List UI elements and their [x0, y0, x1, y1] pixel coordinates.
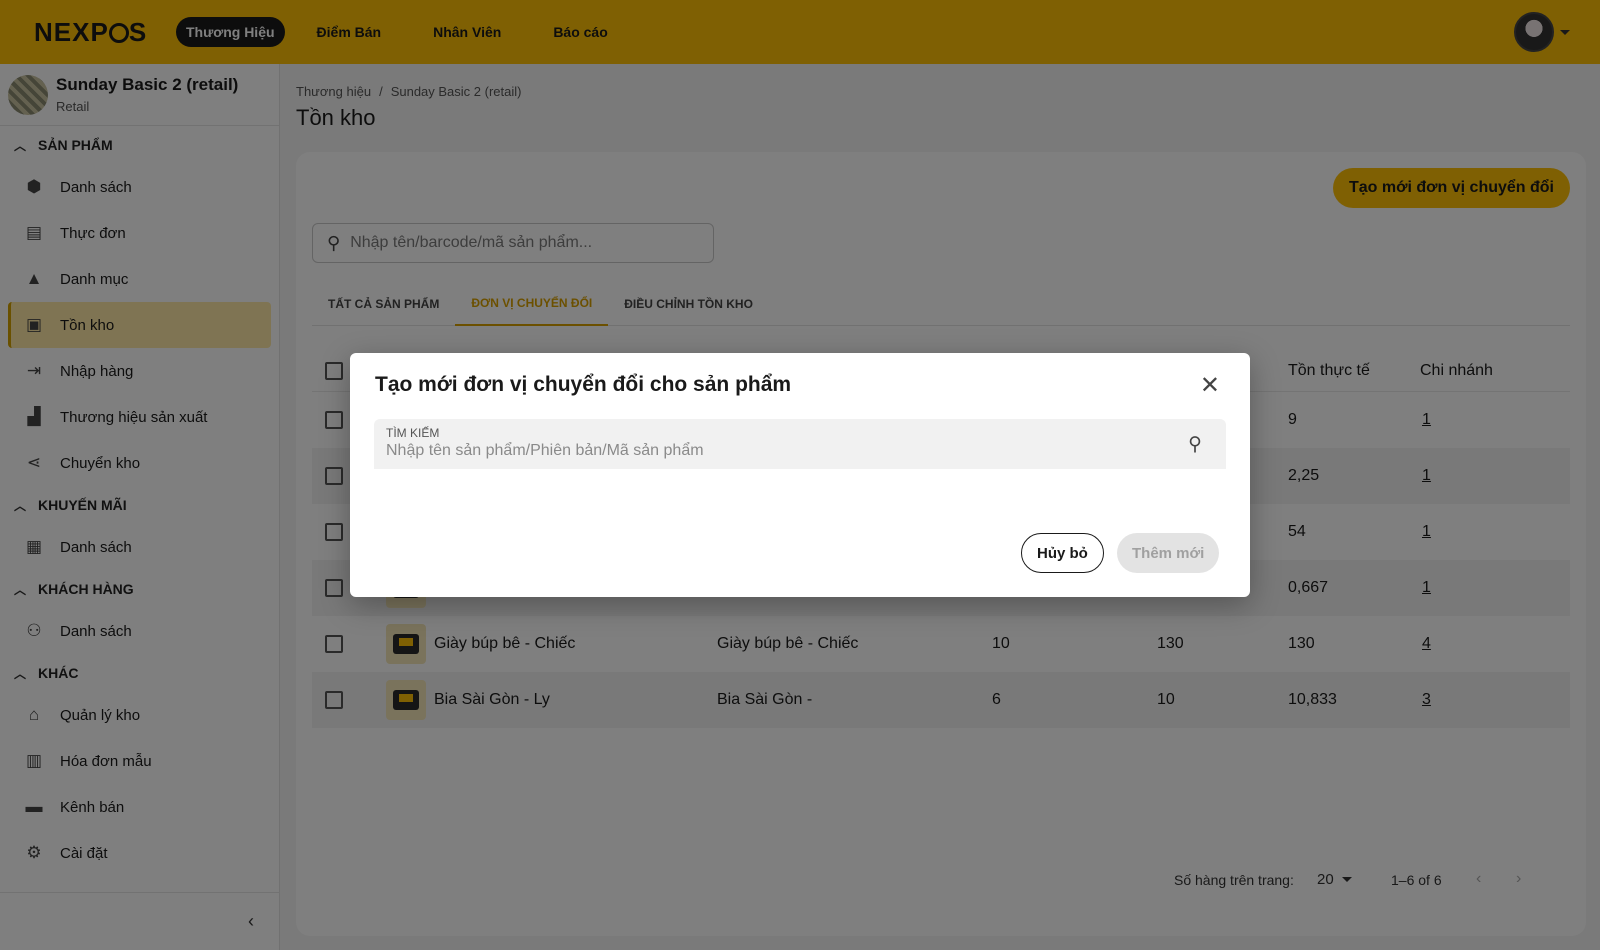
- add-button[interactable]: Thêm mới: [1117, 533, 1220, 573]
- search-icon[interactable]: ⚲: [1188, 433, 1202, 456]
- dialog-search-input[interactable]: [386, 442, 1146, 460]
- create-conversion-dialog: Tạo mới đơn vị chuyển đổi cho sản phẩm ✕…: [350, 353, 1250, 597]
- cancel-button[interactable]: Hủy bỏ: [1021, 533, 1104, 573]
- dialog-search-label: TÌM KIẾM: [386, 426, 440, 440]
- dialog-search-field: TÌM KIẾM ⚲: [374, 419, 1226, 469]
- dialog-title: Tạo mới đơn vị chuyển đổi cho sản phẩm: [375, 373, 792, 396]
- close-icon[interactable]: ✕: [1200, 371, 1220, 400]
